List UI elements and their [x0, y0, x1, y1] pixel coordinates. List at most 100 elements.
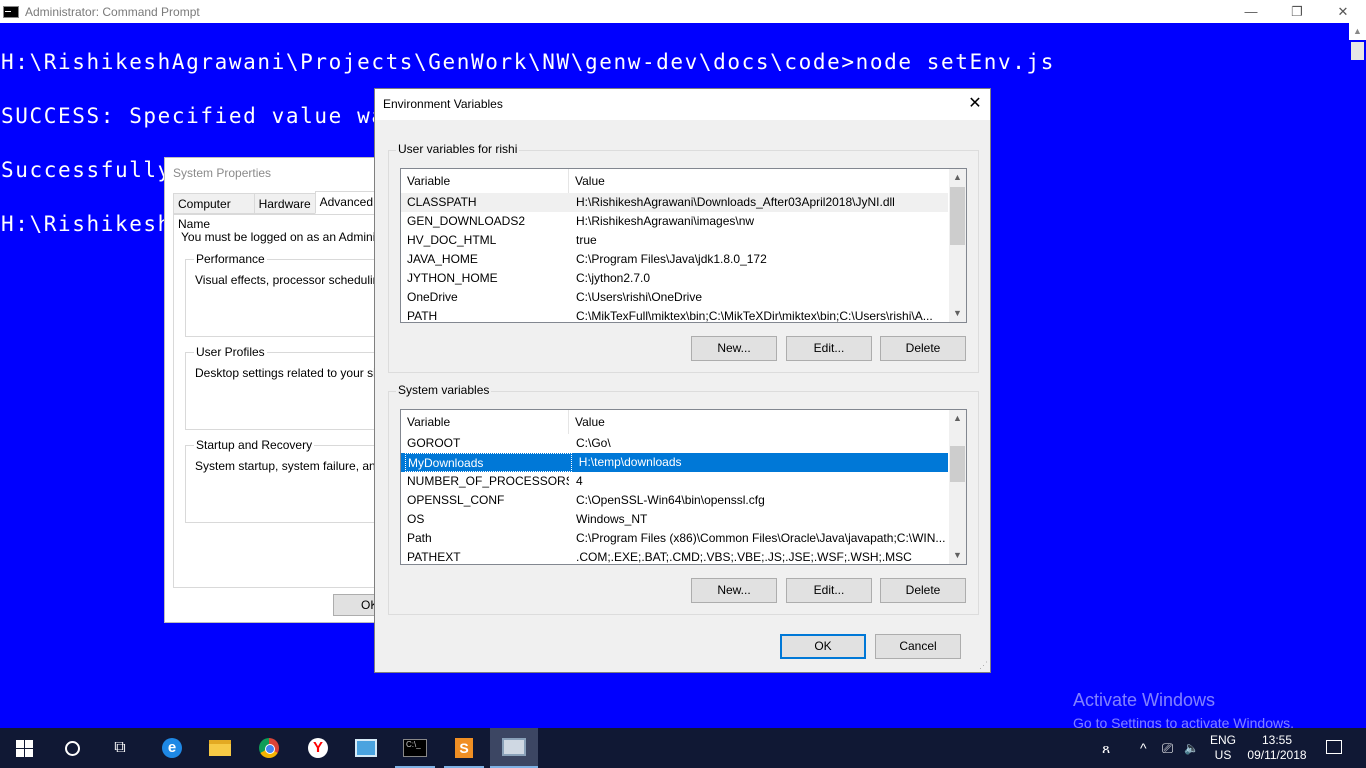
variable-value: C:\OpenSSL-Win64\bin\openssl.cfg: [576, 493, 765, 507]
close-button[interactable]: ✕: [960, 89, 990, 119]
cmd-titlebar[interactable]: Administrator: Command Prompt — ❐ ✕: [0, 0, 1366, 23]
table-row[interactable]: GEN_DOWNLOADS2 H:\RishikeshAgrawani\image…: [401, 212, 948, 231]
scroll-up-icon[interactable]: ▲: [949, 410, 966, 427]
column-header-value[interactable]: Value: [569, 410, 605, 434]
table-row[interactable]: OPENSSL_CONF C:\OpenSSL-Win64\bin\openssl…: [401, 491, 948, 510]
yandex-button[interactable]: Y: [294, 728, 342, 768]
system-edit-button[interactable]: Edit...: [786, 578, 872, 603]
language-indicator[interactable]: ENG US: [1210, 728, 1240, 768]
system-variables-list[interactable]: Variable Value GOROOT C:\Go\ MyDownloads H…: [400, 409, 967, 565]
system-properties-button[interactable]: [490, 728, 538, 768]
table-row[interactable]: GOROOT C:\Go\: [401, 434, 948, 453]
task-view-button[interactable]: ⧉: [96, 728, 144, 768]
table-row[interactable]: Path C:\Program Files (x86)\Common Files\…: [401, 529, 948, 548]
user-edit-button[interactable]: Edit...: [786, 336, 872, 361]
edge-icon: e: [162, 738, 182, 758]
scroll-thumb[interactable]: [950, 446, 965, 482]
task-view-icon: ⧉: [114, 739, 126, 756]
column-header-variable[interactable]: Variable: [401, 410, 569, 434]
system-variable-rows: GOROOT C:\Go\ MyDownloads H:\temp\download…: [401, 434, 948, 564]
system-delete-button[interactable]: Delete: [880, 578, 966, 603]
variable-name: GOROOT: [407, 436, 461, 450]
close-button[interactable]: ✕: [1320, 0, 1366, 23]
variable-value: C:\Go\: [576, 436, 611, 450]
scroll-up-icon[interactable]: ▲: [949, 169, 966, 186]
tab-hardware[interactable]: Hardware: [253, 193, 315, 214]
cortana-button[interactable]: [48, 728, 96, 768]
scroll-down-icon[interactable]: ▼: [949, 305, 966, 322]
table-row[interactable]: OneDrive C:\Users\rishi\OneDrive: [401, 288, 948, 307]
volume-button[interactable]: 🔈: [1184, 728, 1199, 768]
scroll-up-icon[interactable]: ▲: [1349, 23, 1366, 40]
system-new-button[interactable]: New...: [691, 578, 777, 603]
taskbar: ⧉ e Y C:\_ S ጸ ^ ⎚ 🔈 ENG US 13:55 09/11/…: [0, 728, 1366, 768]
dialog-titlebar[interactable]: Environment Variables ✕: [375, 89, 990, 120]
window-controls: — ❐ ✕: [1228, 0, 1366, 23]
table-row-selected[interactable]: MyDownloads H:\temp\downloads: [401, 453, 948, 472]
user-profiles-group: User Profiles Desktop settings related t…: [185, 345, 402, 430]
dialog-title: System Properties: [173, 166, 272, 180]
system-info-button[interactable]: [342, 728, 390, 768]
list-header: Variable Value: [401, 410, 966, 434]
user-list-scrollbar[interactable]: ▲ ▼: [949, 169, 966, 322]
show-hidden-icons-button[interactable]: ^: [1140, 728, 1147, 768]
table-row[interactable]: PATHEXT .COM;.EXE;.BAT;.CMD;.VBS;.VBE;.JS…: [401, 548, 948, 564]
cmd-output-line: Successfully: [1, 158, 172, 182]
variable-name: NUMBER_OF_PROCESSORS: [407, 474, 569, 488]
resize-grip-icon[interactable]: ⋰: [978, 660, 988, 670]
tab-computer-name[interactable]: Computer Name: [173, 193, 254, 231]
scroll-down-icon[interactable]: ▼: [949, 547, 966, 564]
command-prompt-button[interactable]: C:\_: [391, 728, 439, 768]
column-header-variable[interactable]: Variable: [401, 169, 569, 193]
minimize-button[interactable]: —: [1228, 0, 1274, 23]
variable-name: JYTHON_HOME: [407, 271, 498, 285]
network-button[interactable]: ⎚: [1162, 728, 1173, 768]
system-info-icon: [355, 739, 377, 757]
table-row[interactable]: HV_DOC_HTML true: [401, 231, 948, 250]
edge-button[interactable]: e: [148, 728, 196, 768]
variable-value: .COM;.EXE;.BAT;.CMD;.VBS;.VBE;.JS;.JSE;.…: [576, 550, 912, 564]
scroll-thumb[interactable]: [950, 187, 965, 245]
variable-value: C:\Users\rishi\OneDrive: [576, 290, 703, 304]
table-row[interactable]: OS Windows_NT: [401, 510, 948, 529]
variable-name: OPENSSL_CONF: [407, 493, 505, 507]
system-list-scrollbar[interactable]: ▲ ▼: [949, 410, 966, 564]
table-row[interactable]: JAVA_HOME C:\Program Files\Java\jdk1.8.0_…: [401, 250, 948, 269]
admin-note: You must be logged on as an Administra: [181, 230, 396, 244]
variable-name: PATH: [407, 309, 438, 323]
restore-button[interactable]: ❐: [1274, 0, 1320, 23]
column-header-value[interactable]: Value: [569, 169, 605, 193]
chrome-button[interactable]: [245, 728, 293, 768]
scroll-thumb[interactable]: [1351, 42, 1364, 60]
table-row[interactable]: CLASSPATH H:\RishikeshAgrawani\Downloads_…: [401, 193, 948, 212]
file-explorer-button[interactable]: [196, 728, 244, 768]
clock[interactable]: 13:55 09/11/2018: [1246, 728, 1308, 768]
ok-button[interactable]: OK: [780, 634, 866, 659]
clock-date: 09/11/2018: [1247, 748, 1307, 762]
start-button[interactable]: [0, 728, 48, 768]
action-center-icon[interactable]: [1326, 740, 1342, 754]
variable-name: MyDownloads: [405, 453, 572, 472]
tab-advanced[interactable]: Advanced: [314, 191, 378, 214]
table-row[interactable]: JYTHON_HOME C:\jython2.7.0: [401, 269, 948, 288]
cmd-scrollbar[interactable]: ▲: [1349, 23, 1366, 728]
chrome-icon: [259, 738, 279, 758]
section-label: User variables for rishi: [396, 142, 520, 156]
network-icon: ⎚: [1162, 739, 1174, 756]
people-button[interactable]: ጸ: [1102, 728, 1110, 768]
user-new-button[interactable]: New...: [691, 336, 777, 361]
variable-name: GEN_DOWNLOADS2: [407, 214, 526, 228]
command-prompt-icon: [3, 5, 19, 18]
user-delete-button[interactable]: Delete: [880, 336, 966, 361]
chevron-up-icon: ^: [1140, 740, 1147, 756]
user-variables-list[interactable]: Variable Value CLASSPATH H:\RishikeshAgra…: [400, 168, 967, 323]
dialog-title: Environment Variables: [383, 97, 503, 111]
variable-value: C:\MikTexFull\miktex\bin;C:\MikTeXDir\mi…: [576, 309, 933, 323]
cancel-button[interactable]: Cancel: [875, 634, 961, 659]
sublime-text-button[interactable]: S: [440, 728, 488, 768]
group-label: Performance: [194, 252, 267, 266]
variable-name: PATHEXT: [407, 550, 461, 564]
table-row[interactable]: NUMBER_OF_PROCESSORS 4: [401, 472, 948, 491]
section-label: System variables: [396, 383, 492, 397]
table-row[interactable]: PATH C:\MikTexFull\miktex\bin;C:\MikTeXDi…: [401, 307, 948, 323]
